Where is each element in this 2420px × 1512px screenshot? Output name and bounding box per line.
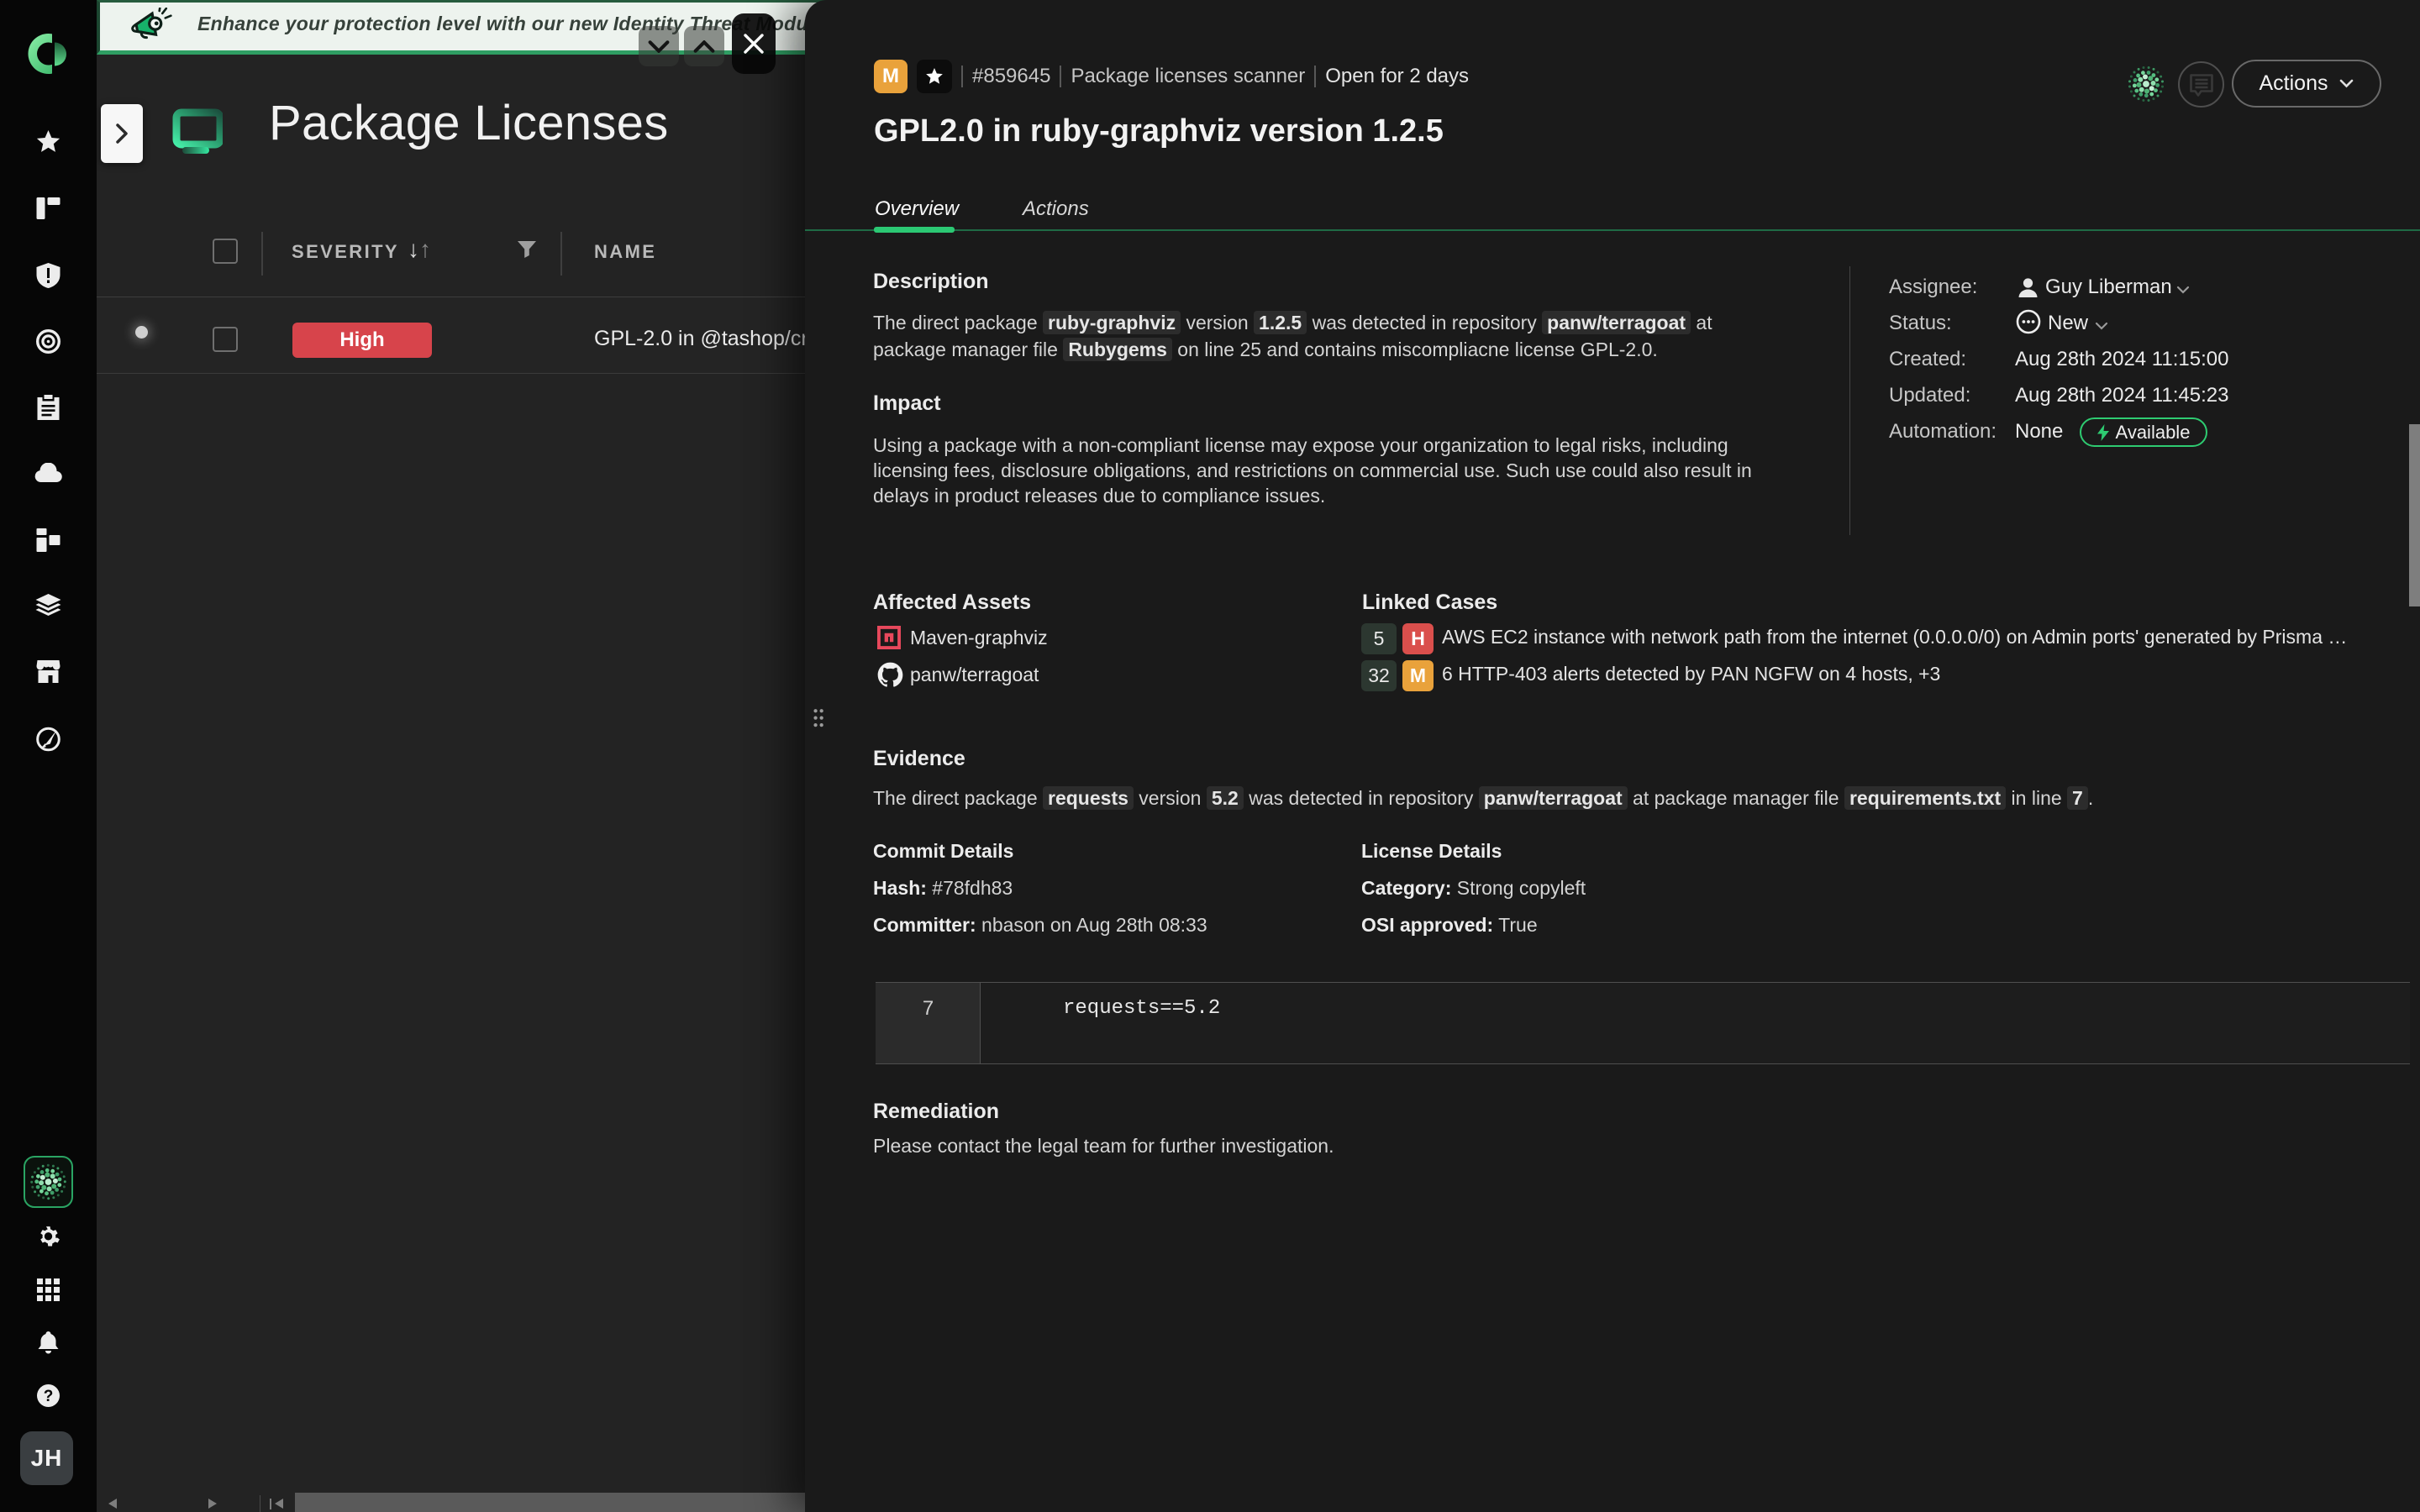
svg-text:?: ?	[44, 1388, 54, 1405]
